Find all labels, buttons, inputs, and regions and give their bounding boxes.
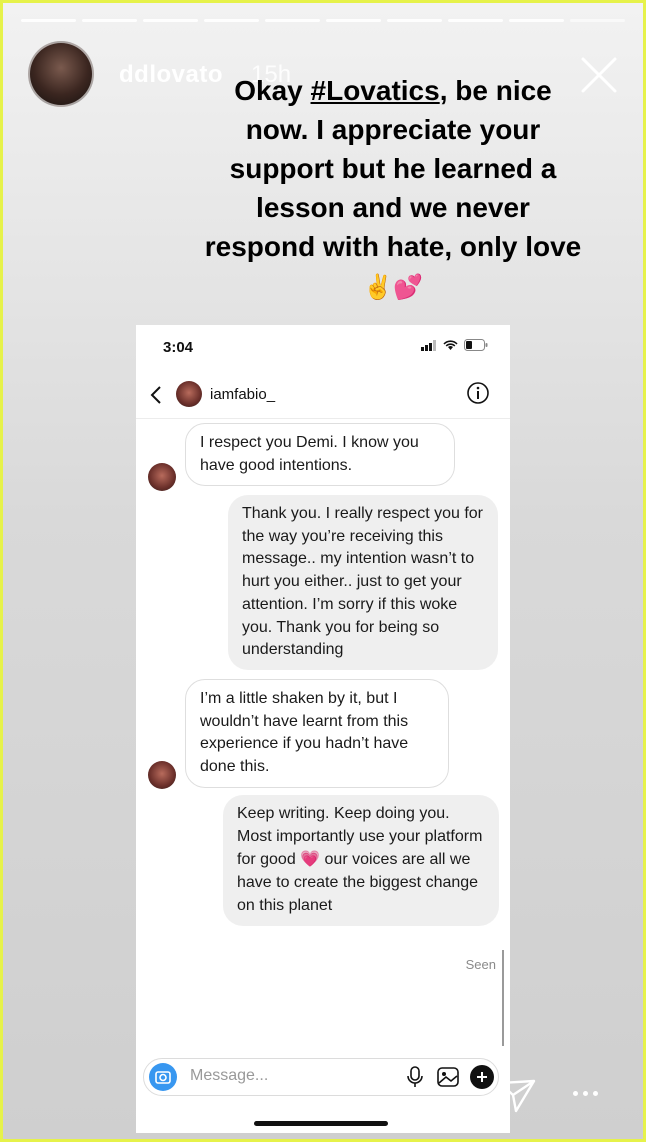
send-icon[interactable] [497, 1075, 537, 1115]
home-indicator [254, 1121, 388, 1126]
gallery-icon[interactable] [436, 1065, 460, 1089]
caption-text-pre: Okay [234, 75, 311, 106]
progress-segment [21, 19, 76, 22]
chat-header: iamfabio_ [136, 373, 510, 419]
progress-segment [204, 19, 259, 22]
camera-glyph [155, 1071, 171, 1084]
more-dot [573, 1091, 578, 1096]
progress-segment [143, 19, 198, 22]
status-time: 3:04 [163, 339, 194, 356]
signal-icon [421, 339, 436, 351]
peer-avatar[interactable] [176, 381, 202, 407]
message-bubble-outgoing[interactable]: Keep writing. Keep doing you. Most impor… [223, 795, 499, 926]
more-dot [593, 1091, 598, 1096]
more-options-icon[interactable] [573, 1091, 598, 1096]
more-dot [583, 1091, 588, 1096]
status-bar: 3:04 [136, 325, 510, 373]
message-sender-avatar [148, 761, 176, 789]
seen-indicator: Seen [465, 957, 496, 972]
scrollbar[interactable] [502, 950, 504, 1046]
camera-icon[interactable] [149, 1063, 177, 1091]
plus-glyph [477, 1072, 487, 1082]
progress-segment [265, 19, 320, 22]
status-icons [421, 339, 488, 351]
story-frame: ddlovato 15h Okay #Lovatics, be nice now… [0, 0, 646, 1142]
message-bubble-incoming[interactable]: I respect you Demi. I know you have good… [185, 423, 455, 487]
battery-icon [464, 339, 488, 351]
progress-segment [448, 19, 503, 22]
story-caption: Okay #Lovatics, be nice now. I appreciat… [203, 71, 583, 307]
microphone-icon[interactable] [406, 1065, 424, 1089]
progress-segment [82, 19, 137, 22]
progress-segment [509, 19, 564, 22]
message-bubble-incoming[interactable]: I’m a little shaken by it, but I wouldn’… [185, 679, 449, 788]
caption-emojis: ✌️💕 [363, 273, 423, 301]
story-progress-bar [21, 19, 625, 22]
message-bubble-outgoing[interactable]: Thank you. I really respect you for the … [228, 495, 498, 670]
dm-screenshot: 3:04 iamfabio_ I respect you Demi. I kno… [136, 325, 510, 1133]
chat-peer-name[interactable]: iamfabio_ [210, 386, 275, 403]
wifi-icon [443, 339, 458, 350]
profile-avatar[interactable] [28, 41, 94, 107]
back-arrow-icon[interactable] [146, 383, 166, 407]
info-icon[interactable] [466, 381, 490, 405]
progress-segment-current [570, 19, 625, 22]
plus-icon[interactable] [470, 1065, 494, 1089]
caption-hashtag[interactable]: #Lovatics [311, 75, 440, 106]
progress-segment [387, 19, 442, 22]
message-input[interactable] [190, 1067, 390, 1085]
heart-emoji: 💗 [300, 849, 321, 869]
close-icon[interactable] [577, 53, 621, 97]
message-composer [143, 1058, 499, 1096]
progress-segment [326, 19, 381, 22]
message-sender-avatar [148, 463, 176, 491]
